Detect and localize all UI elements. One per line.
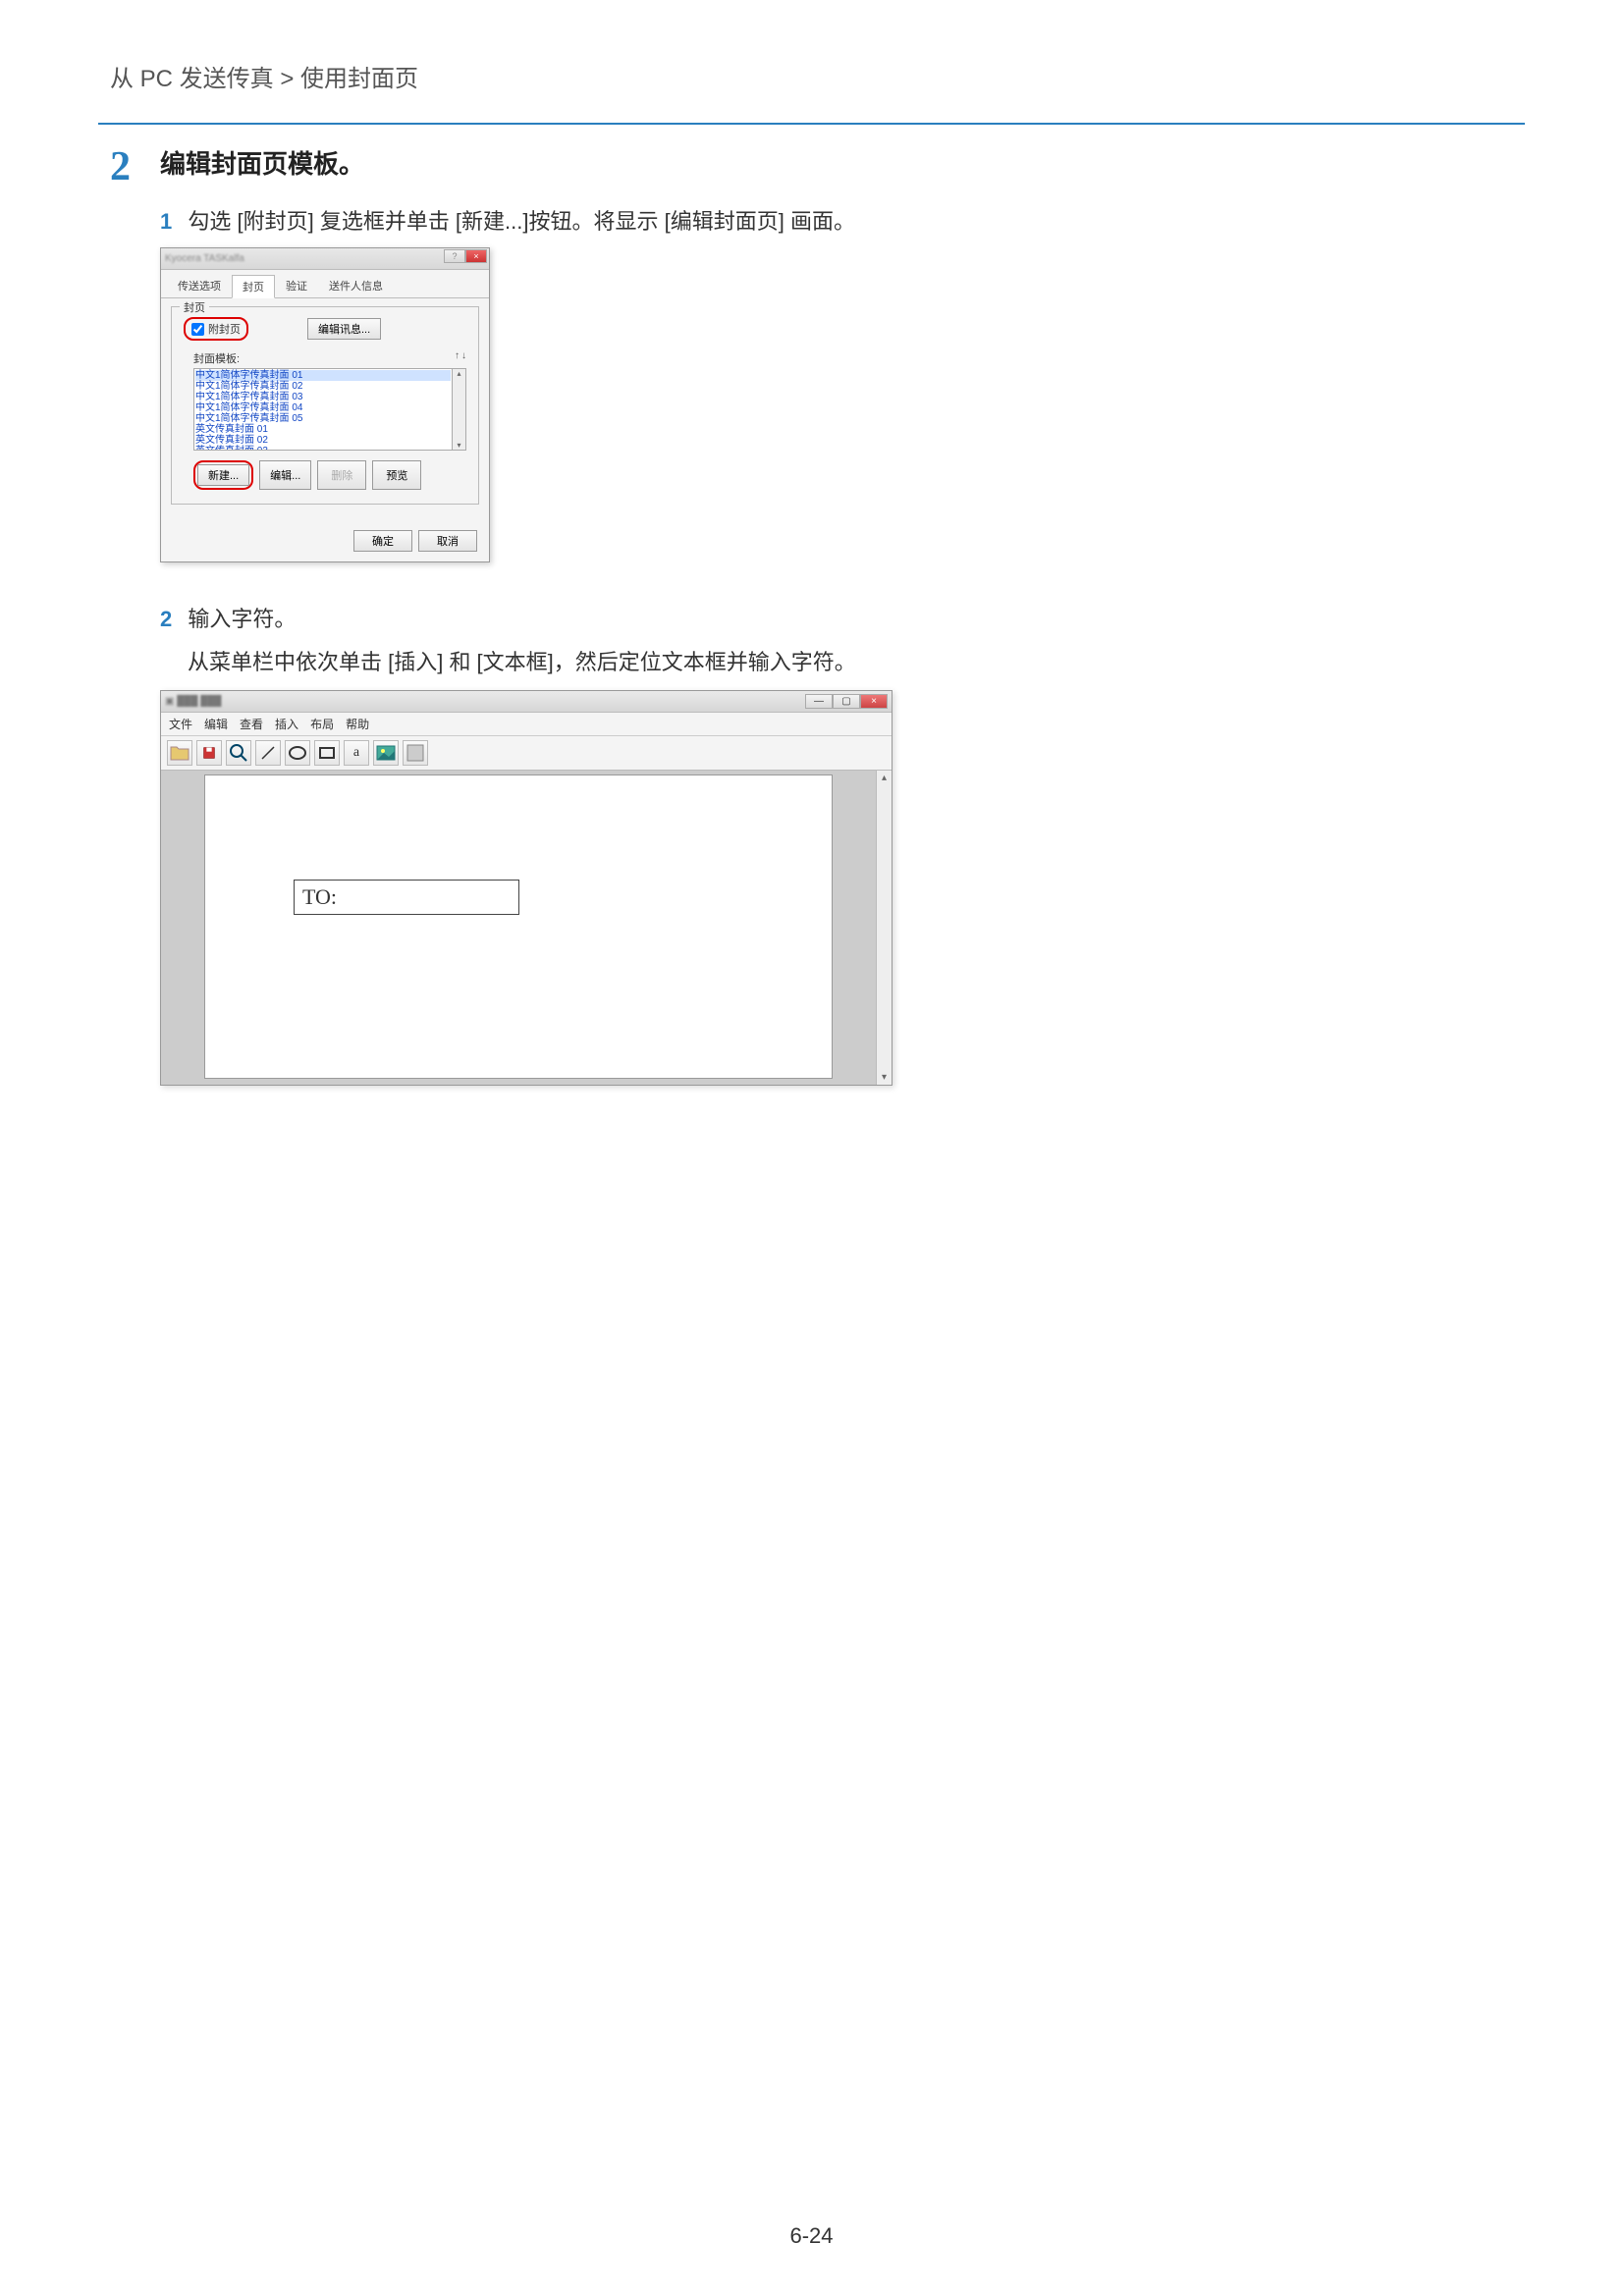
help-button[interactable]: ? [444,249,465,263]
tab-strip: 传送选项 封页 验证 送件人信息 [161,270,489,298]
attach-cover-label: 附封页 [208,321,241,337]
new-button[interactable]: 新建... [197,464,249,486]
ellipse-tool-icon[interactable] [285,740,310,766]
menu-file[interactable]: 文件 [169,716,192,732]
maximize-button[interactable]: ▢ [833,694,860,709]
cover-fieldset: 封页 附封页 编辑讯息... 封面模板: ↑ ↓ [171,306,479,505]
list-item[interactable]: 中文1简体字传真封面 02 [195,381,451,392]
cancel-button[interactable]: 取消 [418,530,477,552]
tab-auth[interactable]: 验证 [275,274,318,297]
close-button[interactable]: × [465,249,487,263]
dialog-titlebar: Kyocera TASKalfa ? × [161,248,489,270]
breadcrumb: 从 PC 发送传真 > 使用封面页 [98,59,1525,93]
edit-message-button[interactable]: 编辑讯息... [307,318,381,340]
step-title: 编辑封面页模板。 [160,144,1525,181]
delete-button[interactable]: 删除 [317,460,366,490]
list-item[interactable]: 中文1简体字传真封面 05 [195,413,451,424]
substep-2-desc: 从菜单栏中依次单击 [插入] 和 [文本框]，然后定位文本框并输入字符。 [160,645,1525,676]
rect-tool-icon[interactable] [314,740,340,766]
step-number: 2 [110,146,131,187]
substep-2-title: 输入字符。 [188,607,296,631]
editor-titlebar: ▣ ███ ███ — ▢ × [161,691,892,713]
divider-top [98,123,1525,125]
scroll-up-icon[interactable]: ▴ [882,773,887,783]
sort-asc-icon[interactable]: ↑ [455,350,460,366]
fieldset-legend: 封页 [180,299,209,315]
textbox-tool-icon[interactable]: a [344,740,369,766]
tab-cover-page[interactable]: 封页 [232,275,275,298]
editor-page: TO: [204,774,833,1079]
image-tool-icon[interactable] [373,740,399,766]
attach-cover-checkbox[interactable] [191,323,204,336]
tab-send-options[interactable]: 传送选项 [167,274,232,297]
open-tool-icon[interactable] [167,740,192,766]
minimize-button[interactable]: — [805,694,833,709]
menu-view[interactable]: 查看 [240,716,263,732]
line-tool-icon[interactable] [255,740,281,766]
substep-1: 1 勾选 [附封页] 复选框并单击 [新建...]按钮。将显示 [编辑封面页] … [160,204,1525,236]
template-label: 封面模板: [193,350,240,366]
cover-page-dialog: Kyocera TASKalfa ? × 传送选项 封页 验证 送件人信息 封页 [160,247,490,562]
new-button-highlight: 新建... [193,460,253,490]
textbox-to[interactable]: TO: [294,880,519,915]
scroll-down-icon[interactable]: ▾ [457,441,460,450]
field-tool-icon[interactable] [403,740,428,766]
ok-button[interactable]: 确定 [353,530,412,552]
menu-help[interactable]: 帮助 [346,716,369,732]
step-block: 2 编辑封面页模板。 1 勾选 [附封页] 复选框并单击 [新建...]按钮。将… [98,144,1525,1086]
substep-1-num: 1 [160,209,172,234]
substep-2: 2 输入字符。 [160,602,1525,633]
list-item[interactable]: 中文1简体字传真封面 03 [195,392,451,402]
substep-1-text: 勾选 [附封页] 复选框并单击 [新建...]按钮。将显示 [编辑封面页] 画面… [188,209,855,234]
dialog-title: Kyocera TASKalfa [165,253,244,264]
scroll-up-icon[interactable]: ▴ [457,369,460,378]
editor-menubar: 文件 编辑 查看 插入 布局 帮助 [161,713,892,736]
list-item[interactable]: 中文1简体字传真封面 04 [195,402,451,413]
edit-button[interactable]: 编辑... [259,460,311,490]
preview-tool-icon[interactable] [226,740,251,766]
tab-sender-info[interactable]: 送件人信息 [318,274,394,297]
menu-layout[interactable]: 布局 [310,716,334,732]
attach-cover-highlight: 附封页 [184,317,248,341]
menu-insert[interactable]: 插入 [275,716,298,732]
list-item[interactable]: 英文传真封面 03 [195,446,451,451]
save-tool-icon[interactable] [196,740,222,766]
list-item[interactable]: 英文传真封面 02 [195,435,451,446]
editor-canvas[interactable]: TO: [161,771,876,1085]
scroll-down-icon[interactable]: ▾ [882,1072,887,1083]
list-item[interactable]: 中文1简体字传真封面 01 [195,370,451,381]
template-listbox[interactable]: 中文1简体字传真封面 01 中文1简体字传真封面 02 中文1简体字传真封面 0… [193,368,453,451]
editor-scrollbar[interactable]: ▴ ▾ [876,771,892,1085]
listbox-scrollbar[interactable]: ▴ ▾ [453,368,466,451]
editor-close-button[interactable]: × [860,694,888,709]
cover-editor-window: ▣ ███ ███ — ▢ × 文件 编辑 查看 插入 布局 帮助 [160,690,893,1086]
list-item[interactable]: 英文传真封面 01 [195,424,451,435]
editor-title: ▣ ███ ███ [165,696,222,707]
editor-toolbar: a [161,736,892,771]
substep-2-num: 2 [160,607,172,631]
page-number: 6-24 [0,2223,1623,2249]
menu-edit[interactable]: 编辑 [204,716,228,732]
sort-desc-icon[interactable]: ↓ [461,350,466,366]
preview-button[interactable]: 预览 [372,460,421,490]
